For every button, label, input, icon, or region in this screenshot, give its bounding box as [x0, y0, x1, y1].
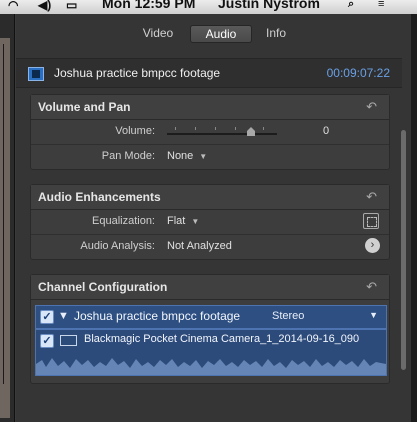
inspector-tabs: Video Audio Info [16, 22, 408, 44]
clip-icon [60, 335, 77, 346]
disclosure-triangle-icon[interactable]: ▼ [58, 310, 69, 322]
volume-row: Volume: 0 [31, 120, 389, 145]
tab-video[interactable]: Video [132, 25, 184, 41]
section-title: Audio Enhancements [38, 190, 161, 204]
slider-tick [235, 127, 236, 130]
eq-graph-icon [367, 217, 377, 227]
equalization-select[interactable]: Flat ▼ [167, 215, 199, 227]
equalization-label: Equalization: [92, 215, 155, 227]
search-icon[interactable]: ⌕ [348, 0, 354, 11]
pan-value: None [167, 150, 194, 162]
audio-enhancements-section: Audio Enhancements ↶ Equalization: Flat ▼… [30, 184, 390, 260]
audio-analysis-label: Audio Analysis: [80, 240, 155, 252]
arrow-right-icon[interactable]: › [365, 238, 380, 253]
audio-analysis-value: Not Analyzed [167, 240, 232, 252]
chevron-down-icon[interactable]: ▼ [369, 310, 378, 320]
slider-tick [263, 127, 264, 130]
inspector-scrollbar[interactable] [401, 130, 406, 370]
pan-select[interactable]: None ▼ [167, 150, 207, 162]
section-title: Channel Configuration [38, 280, 168, 294]
channel-config-section: Channel Configuration ↶ ✓ ▼ Joshua pract… [30, 274, 390, 384]
section-title: Volume and Pan [38, 100, 131, 114]
clip-name: Joshua practice bmpcc footage [54, 66, 221, 80]
slider-tick [195, 127, 196, 130]
audio-waveform [36, 358, 386, 375]
equalization-value: Flat [167, 215, 186, 227]
slider-tick [175, 127, 176, 130]
volume-icon[interactable]: ◀) [38, 0, 51, 12]
checkbox[interactable]: ✓ [40, 310, 54, 324]
volume-pan-header[interactable]: Volume and Pan ↶ [31, 95, 389, 120]
menu-clock[interactable]: Mon 12:59 PM [102, 0, 195, 11]
wifi-icon[interactable]: ◠ [8, 0, 18, 12]
channel-mode[interactable]: Stereo [272, 310, 304, 322]
volume-pan-section: Volume and Pan ↶ Volume: 0 Pan Mode: Non… [30, 94, 390, 170]
channel-clip-name: Blackmagic Pocket Cinema Camera_1_2014-0… [84, 333, 360, 345]
volume-knob[interactable] [247, 127, 255, 136]
volume-value[interactable]: 0 [323, 125, 329, 137]
volume-slider[interactable] [167, 127, 277, 136]
pan-label: Pan Mode: [101, 150, 155, 162]
channel-clip-row[interactable]: ✓ Blackmagic Pocket Cinema Camera_1_2014… [35, 329, 387, 376]
chevron-down-icon: ▼ [199, 152, 208, 161]
reset-icon[interactable]: ↶ [366, 99, 377, 115]
reset-icon[interactable]: ↶ [366, 189, 377, 205]
audio-analysis-row: Audio Analysis: Not Analyzed › [31, 235, 389, 259]
reset-icon[interactable]: ↶ [366, 279, 377, 295]
battery-icon[interactable]: ▭ [66, 0, 77, 12]
viewer-strip [0, 14, 15, 422]
equalization-row: Equalization: Flat ▼ [31, 210, 389, 235]
notification-icon[interactable]: ≡ [378, 0, 384, 10]
tab-info[interactable]: Info [256, 25, 296, 41]
pan-row: Pan Mode: None ▼ [31, 145, 389, 169]
checkbox[interactable]: ✓ [40, 334, 54, 348]
eq-graph-button[interactable] [363, 213, 379, 229]
chevron-down-icon: ▼ [191, 217, 200, 226]
channel-group-row[interactable]: ✓ ▼ Joshua practice bmpcc footage Stereo… [35, 305, 387, 329]
viewer-edge [0, 38, 10, 418]
clip-timecode: 00:09:07:22 [326, 66, 390, 80]
menu-user[interactable]: Justin Nystrom [218, 0, 320, 11]
clip-header: Joshua practice bmpcc footage 00:09:07:2… [16, 58, 402, 88]
window-edge [411, 14, 417, 422]
waveform-path [36, 358, 386, 375]
channel-config-header[interactable]: Channel Configuration ↶ [31, 275, 389, 300]
channel-group-name: Joshua practice bmpcc footage [74, 309, 241, 323]
audio-enhancements-header[interactable]: Audio Enhancements ↶ [31, 185, 389, 210]
tab-audio[interactable]: Audio [190, 25, 252, 43]
film-icon [28, 67, 44, 81]
slider-tick [215, 127, 216, 130]
volume-label: Volume: [115, 125, 155, 137]
viewer-divider [3, 44, 4, 384]
menu-bar: ◠ ◀) ▭ Mon 12:59 PM Justin Nystrom ⌕ ≡ [0, 0, 417, 14]
